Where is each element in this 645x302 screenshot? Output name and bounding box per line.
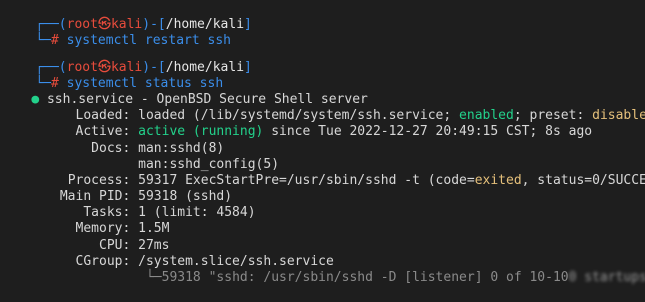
process-exited: exited [474, 172, 522, 188]
cpu-label: CPU: [99, 237, 131, 253]
prompt-close: ] [244, 17, 252, 33]
loaded-preset: disabled [592, 108, 645, 124]
status-bullet-icon: ● [31, 91, 40, 107]
mainpid-label: Main PID: [59, 189, 131, 205]
prompt-mid: )-[ [142, 59, 166, 75]
active-label: Active: [75, 124, 131, 140]
tasks-label: Tasks: [83, 205, 131, 221]
prompt-mid: )-[ [142, 17, 166, 33]
prompt-box-top: ┌──( [35, 17, 67, 33]
prompt-at-symbol: ㉿ [97, 59, 111, 75]
prompt-symbol: # [50, 33, 59, 49]
prompt-path: /home/kali [165, 17, 245, 33]
process-end: , status=0/SUCCES> [521, 172, 645, 188]
process-pre: 59317 ExecStartPre=/usr/sbin/sshd -t (co… [138, 172, 475, 188]
prompt-close: ] [244, 59, 252, 75]
prompt-host: kali [110, 59, 143, 75]
prompt-box-bottom: └─ [35, 75, 51, 91]
active-rest: since Tue 2022-12-27 20:49:15 CST; 8s ag… [263, 124, 593, 140]
cgroup-value: /system.slice/ssh.service [138, 253, 334, 269]
command-text: systemctl status ssh [66, 75, 224, 91]
tree-process-blurred: 0 startups" [568, 270, 645, 286]
prompt-at-symbol: ㉿ [97, 17, 111, 33]
cgroup-label: CGroup: [75, 253, 131, 269]
loaded-mid: ; preset: [513, 108, 593, 124]
prompt-user: root [66, 59, 98, 75]
memory-value: 1.5M [138, 221, 170, 237]
prompt-path: /home/kali [165, 59, 245, 75]
prompt-line-1: ┌──(root㉿kali)-[/home/kali] [4, 1, 645, 32]
terminal-window[interactable]: ┌──(root㉿kali)-[/home/kali] └─# systemct… [0, 0, 645, 285]
loaded-label: Loaded: [75, 108, 131, 124]
tasks-value: 1 (limit: 4584) [138, 205, 256, 221]
mainpid-value: 59318 (sshd) [138, 189, 233, 205]
prompt-user: root [66, 17, 98, 33]
prompt-host: kali [110, 17, 143, 33]
loaded-pre: loaded (/lib/systemd/system/ssh.service; [138, 108, 460, 124]
command-text: systemctl restart ssh [66, 33, 231, 49]
unit-description: ssh.service - OpenBSD Secure Shell serve… [46, 91, 368, 107]
tree-branch-glyph: └─ [145, 270, 162, 286]
memory-label: Memory: [75, 221, 131, 237]
loaded-enabled: enabled [459, 108, 514, 124]
prompt-box-bottom: └─ [35, 33, 51, 49]
cpu-value: 27ms [138, 237, 170, 253]
active-state: active (running) [138, 124, 264, 140]
prompt-box-top: ┌──( [35, 59, 67, 75]
tree-process-text: 59318 "sshd: /usr/sbin/sshd -D [listener… [161, 270, 569, 286]
docs-1: man:sshd(8) [138, 140, 225, 156]
process-label: Process: [67, 172, 131, 188]
docs-label: Docs: [91, 140, 131, 156]
prompt-symbol: # [50, 75, 59, 91]
docs-2: man:sshd_config(5) [138, 156, 280, 172]
